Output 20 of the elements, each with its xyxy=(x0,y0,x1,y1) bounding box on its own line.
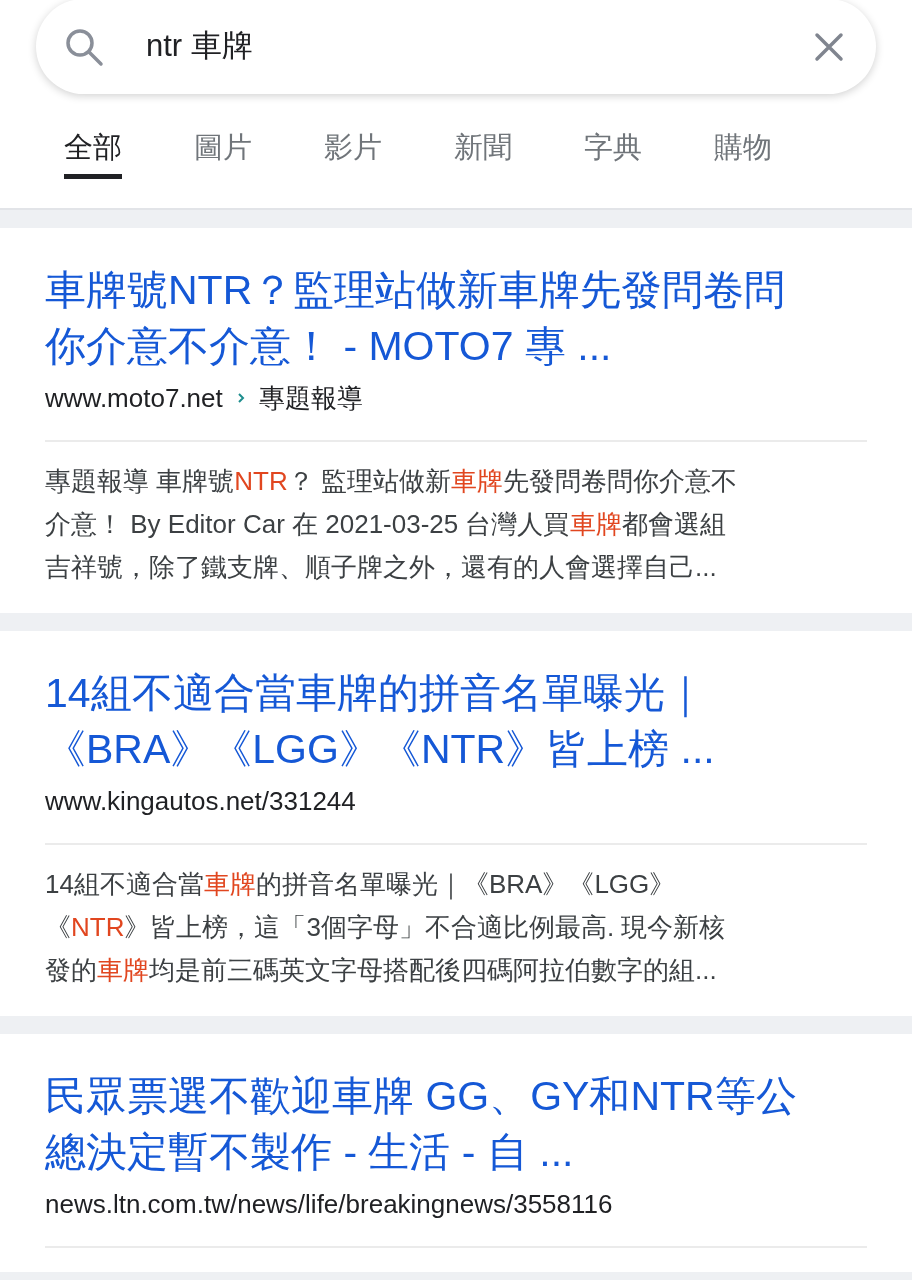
tab[interactable]: 購物 xyxy=(714,130,772,179)
result-url: www.moto7.net xyxy=(45,382,223,415)
tab[interactable]: 全部 xyxy=(64,130,122,179)
result-title-link[interactable]: 14組不適合當車牌的拼音名單曝光｜ 《BRA》《LGG》《NTR》皆上榜 ... xyxy=(45,665,867,777)
tab[interactable]: 影片 xyxy=(324,130,382,179)
chevron-icon xyxy=(236,392,245,404)
result-title-link[interactable]: 車牌號NTR？監理站做新車牌先發問卷問 你介意不介意！ - MOTO7 專 ... xyxy=(45,262,867,374)
result-snippet: 14組不適合當車牌的拼音名單曝光｜《BRA》《LGG》 《NTR》皆上榜，這「3個字母」不合適比例最高. 現今新核 發的車牌均是前三碼英文字母搭配後四碼阿拉伯數字的組... xyxy=(45,868,727,987)
result-url: news.ltn.com.tw/news/life/breakingnews/3558116 xyxy=(45,1188,613,1221)
tab[interactable]: 字典 xyxy=(584,130,642,179)
result-title-link[interactable]: 民眾票選不歡迎車牌 GG、GY和NTR等公 總決定暫不製作 - 生活 - 自 ... xyxy=(45,1068,867,1180)
tab[interactable]: 圖片 xyxy=(194,130,252,179)
search-field[interactable]: ntr 車牌 xyxy=(36,0,876,94)
search-query: ntr 車牌 xyxy=(146,27,254,66)
close-icon[interactable] xyxy=(814,31,844,62)
tab[interactable]: 新聞 xyxy=(454,130,512,179)
result-snippet: 專題報導 車牌號NTR？ 監理站做新車牌先發問卷問你介意不 介意！ By Editor Car 在 2021-03-25 台灣人買車牌都會選組 吉祥號，除了鐵支牌、順子牌之外，還有的人會選擇自己... xyxy=(45,465,738,584)
result-breadcrumb: 專題報導 xyxy=(258,382,363,415)
result-url: www.kingautos.net/331244 xyxy=(45,785,356,818)
search-icon xyxy=(64,26,104,67)
